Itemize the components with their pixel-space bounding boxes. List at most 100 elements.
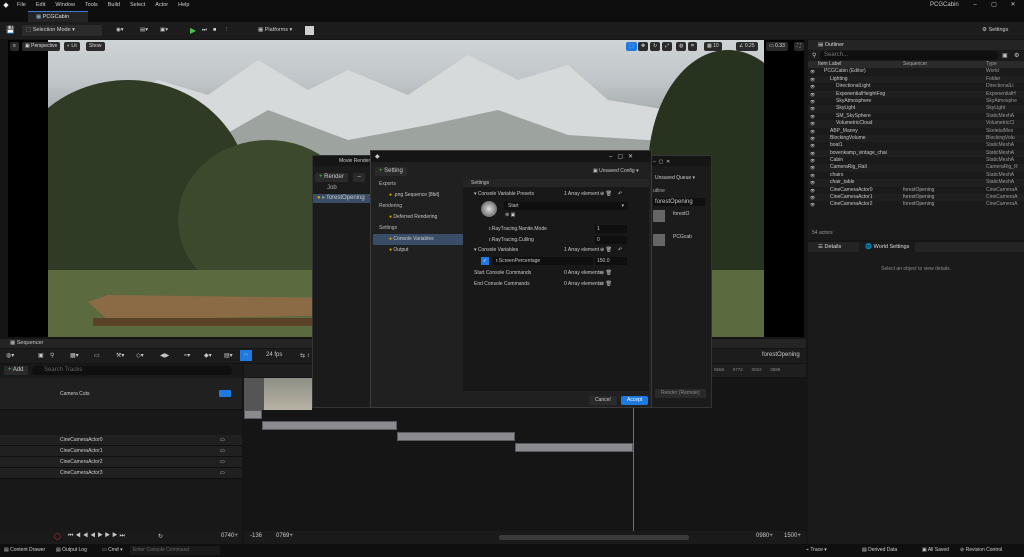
visibility-icon[interactable]: 👁 [810,187,815,194]
setting-item[interactable]: ● Console Variables [373,234,463,245]
outliner-row[interactable]: 👁 BlockingVolume BlockingVolu [808,134,1024,143]
camera-cuts-track[interactable]: Camera Cuts [0,378,242,410]
platforms-button[interactable]: ▦ Platforms ▾ [258,25,292,36]
remove-job-button[interactable]: – [353,173,365,182]
camera-cut-lock-icon[interactable] [219,390,231,397]
outliner-row[interactable]: 👁 CineCameraActor1 forestOpening CineCamera… [808,194,1024,202]
view-icon[interactable]: ◇▾ [136,352,144,359]
job-row[interactable]: ● ▸ forestOpening [313,194,371,203]
camera-track[interactable]: CineCameraActor3 ▭ [0,468,242,479]
trace-button[interactable]: ⌁ Trace ▾ [806,544,827,557]
visibility-icon[interactable]: 👁 [810,157,815,164]
outliner-row[interactable]: 👁 Cabin StaticMeshA [808,157,1024,164]
camera-icon[interactable]: ▭ [94,352,100,359]
col-item-label[interactable]: Item Label [818,61,841,68]
add-actor-icon[interactable]: ◉▾ [116,25,124,36]
tab-outliner[interactable]: ▤ Outliner [808,40,1024,50]
visibility-icon[interactable]: 👁 [810,128,815,135]
world-icon[interactable]: ◍▾ [6,352,14,359]
playback-icon[interactable]: ◀▶ [160,352,169,359]
outliner-row[interactable]: 👁 Lighting Folder [808,75,1024,84]
menu-item-file[interactable]: File [12,0,31,10]
visibility-icon[interactable]: 👁 [810,68,815,75]
add-setting-button[interactable]: + Setting [375,167,407,176]
keyframe-icon[interactable]: ◆▾ [204,352,212,359]
visibility-icon[interactable]: 👁 [810,83,815,90]
visibility-icon[interactable]: 👁 [810,113,815,120]
step-icon[interactable]: ⏭ [202,25,207,36]
outliner-row[interactable]: 👁 SkyAtmosphere SkyAtmosphe [808,98,1024,105]
move-tool-icon[interactable]: ✥ [638,42,649,51]
setting-item[interactable]: ● Output [373,245,463,256]
stats-icon[interactable] [305,26,314,35]
add-filter-icon[interactable]: ▣ [1002,52,1008,59]
add-track-button[interactable]: + Add [4,366,28,375]
visibility-icon[interactable]: 👁 [810,105,815,112]
blueprint-icon[interactable]: ▤▾ [140,25,148,36]
save-icon[interactable]: ▣ [38,352,44,359]
visibility-icon[interactable]: 👁 [810,135,815,142]
outliner-row[interactable]: 👁 DirectionalLight DirectionalLi [808,83,1024,90]
minimize-icon[interactable]: – [966,0,984,10]
curve-icon[interactable]: ≈▾ [184,352,190,359]
col-type[interactable]: Type [986,61,1022,68]
search-icon[interactable]: ⚲ [50,352,54,359]
show-button[interactable]: Show [86,42,105,51]
derived-data-button[interactable]: ▤ Derived Data [862,544,897,557]
rotate-tool-icon[interactable]: ↻ [650,42,661,51]
select-tool-icon[interactable]: ⬚ [626,42,637,51]
menu-item-build[interactable]: Build [103,0,125,10]
cv-window-controls[interactable]: – ▢ ✕ [609,153,633,160]
camera-field[interactable]: forestOpening [653,198,705,206]
accept-button[interactable]: Accept [621,396,649,405]
unsaved-queue-dropdown[interactable]: Unsaved Queue ▾ [655,175,695,181]
visibility-icon[interactable]: 👁 [810,194,815,201]
preset-dropdown[interactable]: Start ▾ [504,202,628,210]
perspective-button[interactable]: ▣ Perspective [22,42,61,51]
track-bar-actor1[interactable] [262,421,397,430]
content-drawer-button[interactable]: ▤ Content Drawer [4,544,45,557]
cinematics-icon[interactable]: ▣▾ [160,25,168,36]
menu-item-edit[interactable]: Edit [31,0,50,10]
camera-track[interactable]: CineCameraActor2 ▭ [0,457,242,468]
outliner-row[interactable]: 👁 chair_table StaticMeshA [808,179,1024,187]
visibility-icon[interactable]: 👁 [810,91,815,98]
record-icon[interactable]: ◯ [54,533,61,540]
camera-speed-button[interactable]: ▭ 0.33 [766,42,788,51]
range-start[interactable]: -136 [250,533,262,539]
menu-item-select[interactable]: Select [125,0,150,10]
cvar-name-input[interactable]: r.ScreenPercentage [493,257,593,265]
snap-options-icon[interactable]: ▤▾ [224,352,233,359]
viewport-menu-icon[interactable]: ≡ [10,42,19,51]
outliner-row[interactable]: 👁 CineCameraActor2 forestOpening CineCamera… [808,201,1024,208]
tab-level[interactable]: ▦ PCGCabin [28,11,88,22]
settings-button[interactable]: ⚙ Settings [982,25,1008,36]
track-bar-actor2[interactable] [397,432,515,441]
lit-button[interactable]: ◐ Lit [64,42,80,51]
fps-dropdown[interactable]: 24 fps [266,352,282,358]
console-command-input[interactable]: Enter Console Command [130,546,220,555]
cmd-dropdown[interactable]: ▭ Cmd ▾ [102,544,123,557]
camera-icon[interactable]: ▭ [220,446,225,457]
config-dropdown[interactable]: ▣ Unsaved Config ▾ [593,168,639,174]
timeline-range-bar[interactable]: -136 0769+ 0980+ 1500+ [244,531,806,544]
all-saved-button[interactable]: ▣ All Saved [922,544,949,557]
preset-tools-icon[interactable]: ⊛ ▣ [505,212,515,218]
magnet-snap-icon[interactable]: ∩ [240,350,252,361]
outliner-row[interactable]: 👁 VolumetricCloud VolumetricCl [808,120,1024,128]
visibility-icon[interactable]: 👁 [810,76,815,83]
outliner-row[interactable]: 👁 CameraRig_Rail CameraRig_R [808,164,1024,172]
track-bar-actor3[interactable] [515,443,633,452]
grid-snap-button[interactable]: ▦ 10 [704,42,722,51]
render-remote-button[interactable]: Render (Remote) [655,389,706,398]
menu-item-actor[interactable]: Actor [150,0,173,10]
render-add-button[interactable]: + Render [315,173,348,182]
visibility-icon[interactable]: 👁 [810,120,815,127]
visibility-icon[interactable]: 👁 [810,201,815,208]
outliner-search-input[interactable]: Search... [820,51,998,60]
reset-icon[interactable]: ↶ [618,245,622,255]
outliner-row[interactable]: 👁 PCGCabin (Editor) World [808,68,1024,75]
camera-icon[interactable]: ▭ [220,468,225,479]
col-sequencer[interactable]: Sequencer [903,61,927,68]
menu-item-tools[interactable]: Tools [80,0,103,10]
